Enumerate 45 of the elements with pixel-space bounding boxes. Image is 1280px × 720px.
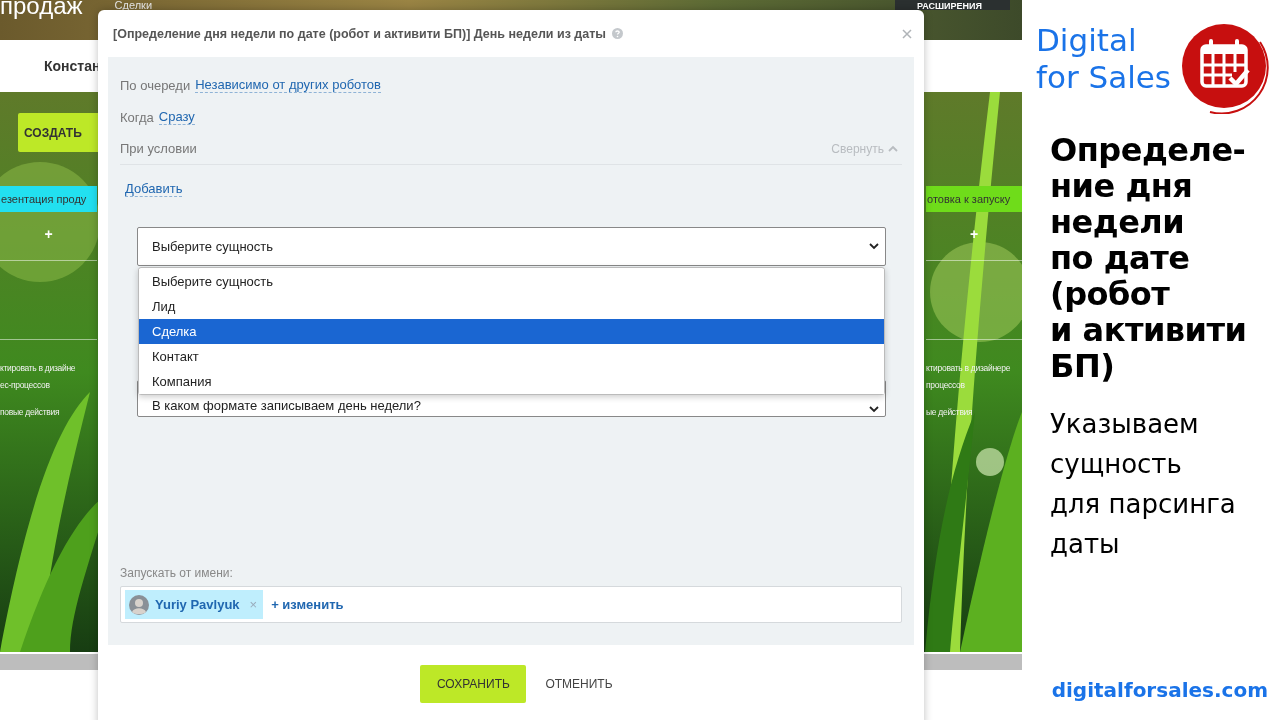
dropdown-option[interactable]: Компания bbox=[139, 369, 884, 394]
extensions-button[interactable]: РАСШИРЕНИЯ bbox=[895, 0, 1010, 10]
setting-label: По очереди bbox=[120, 77, 191, 93]
cancel-button[interactable]: ОТМЕНИТЬ bbox=[539, 676, 619, 692]
user-field[interactable]: Yuriy Pavlyuk × + изменить bbox=[120, 586, 902, 623]
action-link[interactable]: ес-процессов bbox=[0, 377, 97, 394]
user-name: Констан bbox=[44, 58, 101, 74]
action-link[interactable]: ктировать в дизайнере bbox=[926, 360, 1022, 377]
run-as-label: Запускать от имени: bbox=[120, 566, 234, 580]
dropdown-option[interactable]: Выберите сущность bbox=[139, 269, 884, 294]
portal-title: продаж bbox=[0, 0, 83, 18]
caret-icon bbox=[869, 243, 879, 250]
chevron-icon bbox=[888, 145, 898, 152]
stage-header[interactable]: отовка к запуску bbox=[926, 186, 1022, 212]
stage-header[interactable]: езентация проду bbox=[0, 186, 97, 212]
section-link[interactable]: Сделки bbox=[114, 0, 153, 10]
close-icon[interactable] bbox=[902, 28, 912, 39]
add-deal-button[interactable]: + bbox=[44, 226, 53, 242]
calendar-logo-icon bbox=[1180, 22, 1272, 114]
slide-subtitle: Указываем сущность для парсинга даты bbox=[1049, 408, 1237, 561]
brand-name: for Sales bbox=[1036, 59, 1171, 96]
brand-name: Digital bbox=[1036, 22, 1138, 59]
action-link[interactable]: ктировать в дизайне bbox=[0, 360, 97, 377]
dropdown-option[interactable]: Контакт bbox=[139, 344, 884, 369]
entity-select[interactable]: Выберите сущность bbox=[137, 227, 886, 266]
user-name: Yuriy Pavlyuk bbox=[155, 597, 240, 612]
slide-title: Определе- ние дня недели по дате (робот и активити БП) bbox=[1049, 132, 1248, 384]
setting-link[interactable]: Независимо от других роботов bbox=[195, 77, 381, 93]
change-link[interactable]: + изменить bbox=[271, 597, 344, 612]
setting-link[interactable]: Сразу bbox=[158, 109, 195, 125]
create-button[interactable]: СОЗДАТЬ bbox=[18, 113, 98, 152]
action-link[interactable]: повые действия bbox=[0, 404, 97, 421]
save-button[interactable]: СОХРАНИТЬ bbox=[420, 665, 527, 703]
dropdown-option[interactable]: Сделка bbox=[139, 319, 884, 344]
dropdown-option[interactable]: Лид bbox=[139, 294, 884, 319]
action-link[interactable]: ые действия bbox=[926, 404, 1022, 421]
dialog-title: [Определение дня недели по дате (робот и активити БП)] День недели из даты bbox=[113, 26, 607, 41]
website-link[interactable]: digitalforsales.com bbox=[1051, 678, 1268, 702]
caret-icon bbox=[869, 406, 879, 413]
action-link[interactable]: процессов bbox=[926, 377, 1022, 394]
avatar-icon bbox=[129, 594, 149, 615]
condition-label: При условии bbox=[120, 141, 197, 156]
add-condition-link[interactable]: Добавить bbox=[125, 181, 183, 197]
help-icon[interactable] bbox=[612, 28, 624, 39]
setting-label: Когда bbox=[120, 109, 154, 125]
